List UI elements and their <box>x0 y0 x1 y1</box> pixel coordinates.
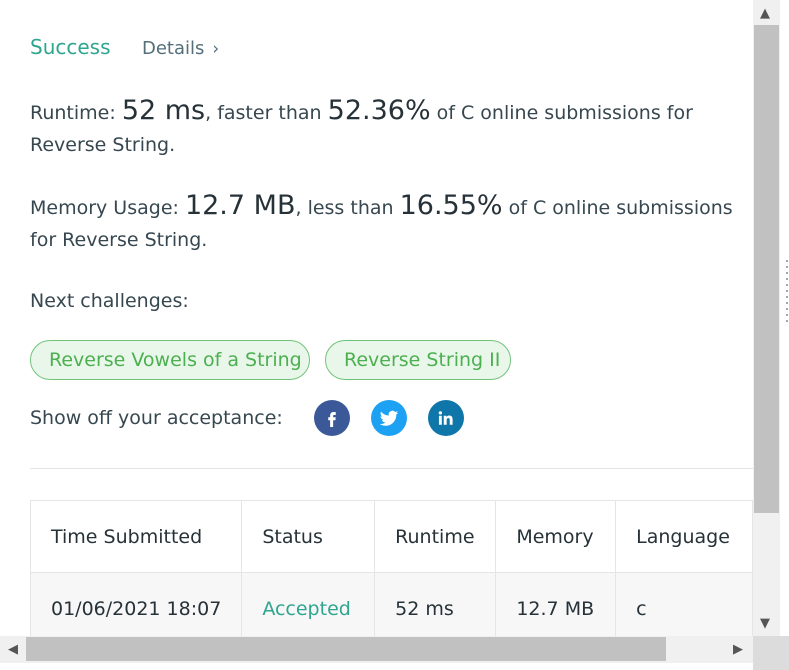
facebook-share-button[interactable] <box>314 400 350 436</box>
col-language[interactable]: Language <box>615 500 753 573</box>
linkedin-share-button[interactable] <box>428 400 464 436</box>
runtime-mid: , faster than <box>205 102 328 124</box>
submissions-table: Time Submitted Status Runtime Memory Lan… <box>29 500 753 636</box>
section-divider <box>30 468 753 469</box>
memory-percent: 16.55% <box>399 190 503 221</box>
runtime-label: Runtime: <box>30 102 122 124</box>
memory-mid: , less than <box>295 197 400 219</box>
scroll-up-arrow-icon[interactable]: ▲ <box>760 7 770 20</box>
next-challenge-chip[interactable]: Reverse Vowels of a String <box>30 340 310 380</box>
cell-time-submitted: 01/06/2021 18:07 <box>29 572 243 636</box>
horizontal-scroll-thumb[interactable] <box>26 637 666 661</box>
scroll-down-arrow-icon[interactable]: ▼ <box>760 617 770 630</box>
share-label: Show off your acceptance: <box>30 407 283 429</box>
horizontal-scrollbar[interactable] <box>0 636 753 663</box>
col-memory[interactable]: Memory <box>495 500 617 573</box>
submission-result-panel: Success Details › Runtime: 52 ms, faster … <box>0 0 753 636</box>
memory-label: Memory Usage: <box>30 197 185 219</box>
next-challenge-chip[interactable]: Reverse String II <box>325 340 511 380</box>
col-status[interactable]: Status <box>241 500 376 573</box>
cell-language: c <box>615 572 753 636</box>
scroll-left-arrow-icon[interactable]: ◀ <box>8 643 18 656</box>
runtime-percent: 52.36% <box>327 95 431 126</box>
result-status-title: Success <box>30 35 111 59</box>
vertical-scroll-thumb[interactable] <box>754 25 779 513</box>
col-runtime[interactable]: Runtime <box>374 500 497 573</box>
next-challenges-label: Next challenges: <box>30 290 189 312</box>
linkedin-icon <box>438 411 453 425</box>
memory-summary: Memory Usage: 12.7 MB, less than 16.55% … <box>30 190 745 256</box>
scroll-right-arrow-icon[interactable]: ▶ <box>733 643 743 656</box>
table-header-row: Time Submitted Status Runtime Memory Lan… <box>29 500 753 573</box>
runtime-value: 52 ms <box>121 95 206 126</box>
runtime-summary: Runtime: 52 ms, faster than 52.36% of C … <box>30 95 745 161</box>
twitter-share-button[interactable] <box>371 400 407 436</box>
col-time-submitted[interactable]: Time Submitted <box>29 500 243 573</box>
resize-handle-icon[interactable] <box>786 258 788 322</box>
cell-memory: 12.7 MB <box>495 572 617 636</box>
chevron-right-icon: › <box>212 39 220 59</box>
table-row[interactable]: 01/06/2021 18:07 Accepted 52 ms 12.7 MB … <box>29 572 753 636</box>
twitter-icon <box>379 410 399 426</box>
vertical-scrollbar[interactable] <box>753 0 780 636</box>
details-label: Details <box>142 38 205 59</box>
cell-runtime: 52 ms <box>374 572 497 636</box>
memory-value: 12.7 MB <box>184 190 296 221</box>
scrollbar-corner <box>753 636 789 670</box>
details-link[interactable]: Details › <box>142 38 219 59</box>
cell-status-accepted-link[interactable]: Accepted <box>241 572 376 636</box>
facebook-icon <box>328 412 336 427</box>
